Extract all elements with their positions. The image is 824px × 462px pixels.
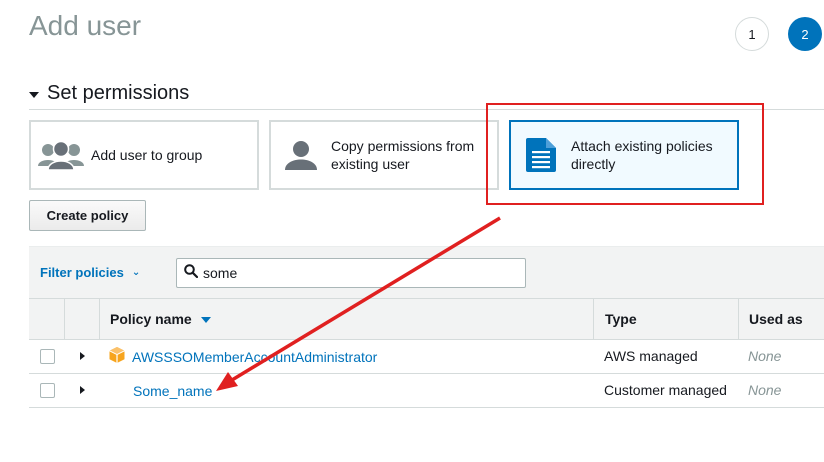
table-row[interactable]: Some_name Customer managed None (29, 374, 824, 408)
option-label: Add user to group (91, 147, 203, 163)
step-2-indicator[interactable]: 2 (788, 17, 822, 51)
annotation-highlight-box (486, 103, 764, 205)
search-input[interactable] (203, 265, 503, 281)
search-box[interactable] (176, 258, 526, 288)
column-divider (99, 299, 100, 339)
policy-type: Customer managed (604, 382, 727, 398)
expand-row-icon[interactable] (80, 386, 85, 394)
user-icon (271, 139, 331, 171)
create-policy-button[interactable]: Create policy (29, 200, 146, 231)
chevron-down-icon: ⌄ (131, 267, 141, 278)
caret-down-icon (29, 91, 39, 98)
search-icon (184, 263, 199, 283)
type-column-header[interactable]: Type (605, 299, 637, 339)
policy-name-header-label: Policy name (110, 311, 192, 327)
aws-managed-cube-icon (108, 346, 126, 369)
policy-used-as: None (748, 348, 782, 364)
filter-bar: Filter policies ⌄ (29, 246, 824, 298)
section-title: Set permissions (47, 82, 190, 104)
row-checkbox[interactable] (40, 383, 55, 398)
policy-used-as: None (748, 382, 782, 398)
table-row[interactable]: AWSSSOMemberAccountAdministrator AWS man… (29, 340, 824, 374)
used-as-header-label: Used as (749, 311, 803, 327)
sort-descending-icon (200, 317, 211, 323)
policy-name-link[interactable]: AWSSSOMemberAccountAdministrator (132, 349, 377, 365)
row-checkbox[interactable] (40, 349, 55, 364)
copy-permissions-option[interactable]: Copy permissions from existing user (269, 120, 499, 190)
option-label: Copy permissions from existing user (331, 138, 475, 172)
type-header-label: Type (605, 311, 637, 327)
filter-policies-label: Filter policies (40, 265, 124, 280)
policy-name-column-header[interactable]: Policy name (110, 299, 211, 339)
step-1-indicator[interactable]: 1 (735, 17, 769, 51)
set-permissions-header[interactable]: Set permissions (29, 82, 189, 105)
column-divider (738, 299, 739, 339)
policy-name-link[interactable]: Some_name (133, 383, 212, 399)
column-divider (64, 299, 65, 339)
column-divider (593, 299, 594, 339)
add-user-to-group-option[interactable]: Add user to group (29, 120, 259, 190)
group-icon (31, 139, 91, 171)
filter-policies-dropdown[interactable]: Filter policies ⌄ (40, 265, 140, 280)
policy-type: AWS managed (604, 348, 698, 364)
table-header: Policy name Type Used as (29, 298, 824, 340)
expand-row-icon[interactable] (80, 352, 85, 360)
used-as-column-header[interactable]: Used as (749, 299, 803, 339)
page-title: Add user (29, 10, 142, 41)
